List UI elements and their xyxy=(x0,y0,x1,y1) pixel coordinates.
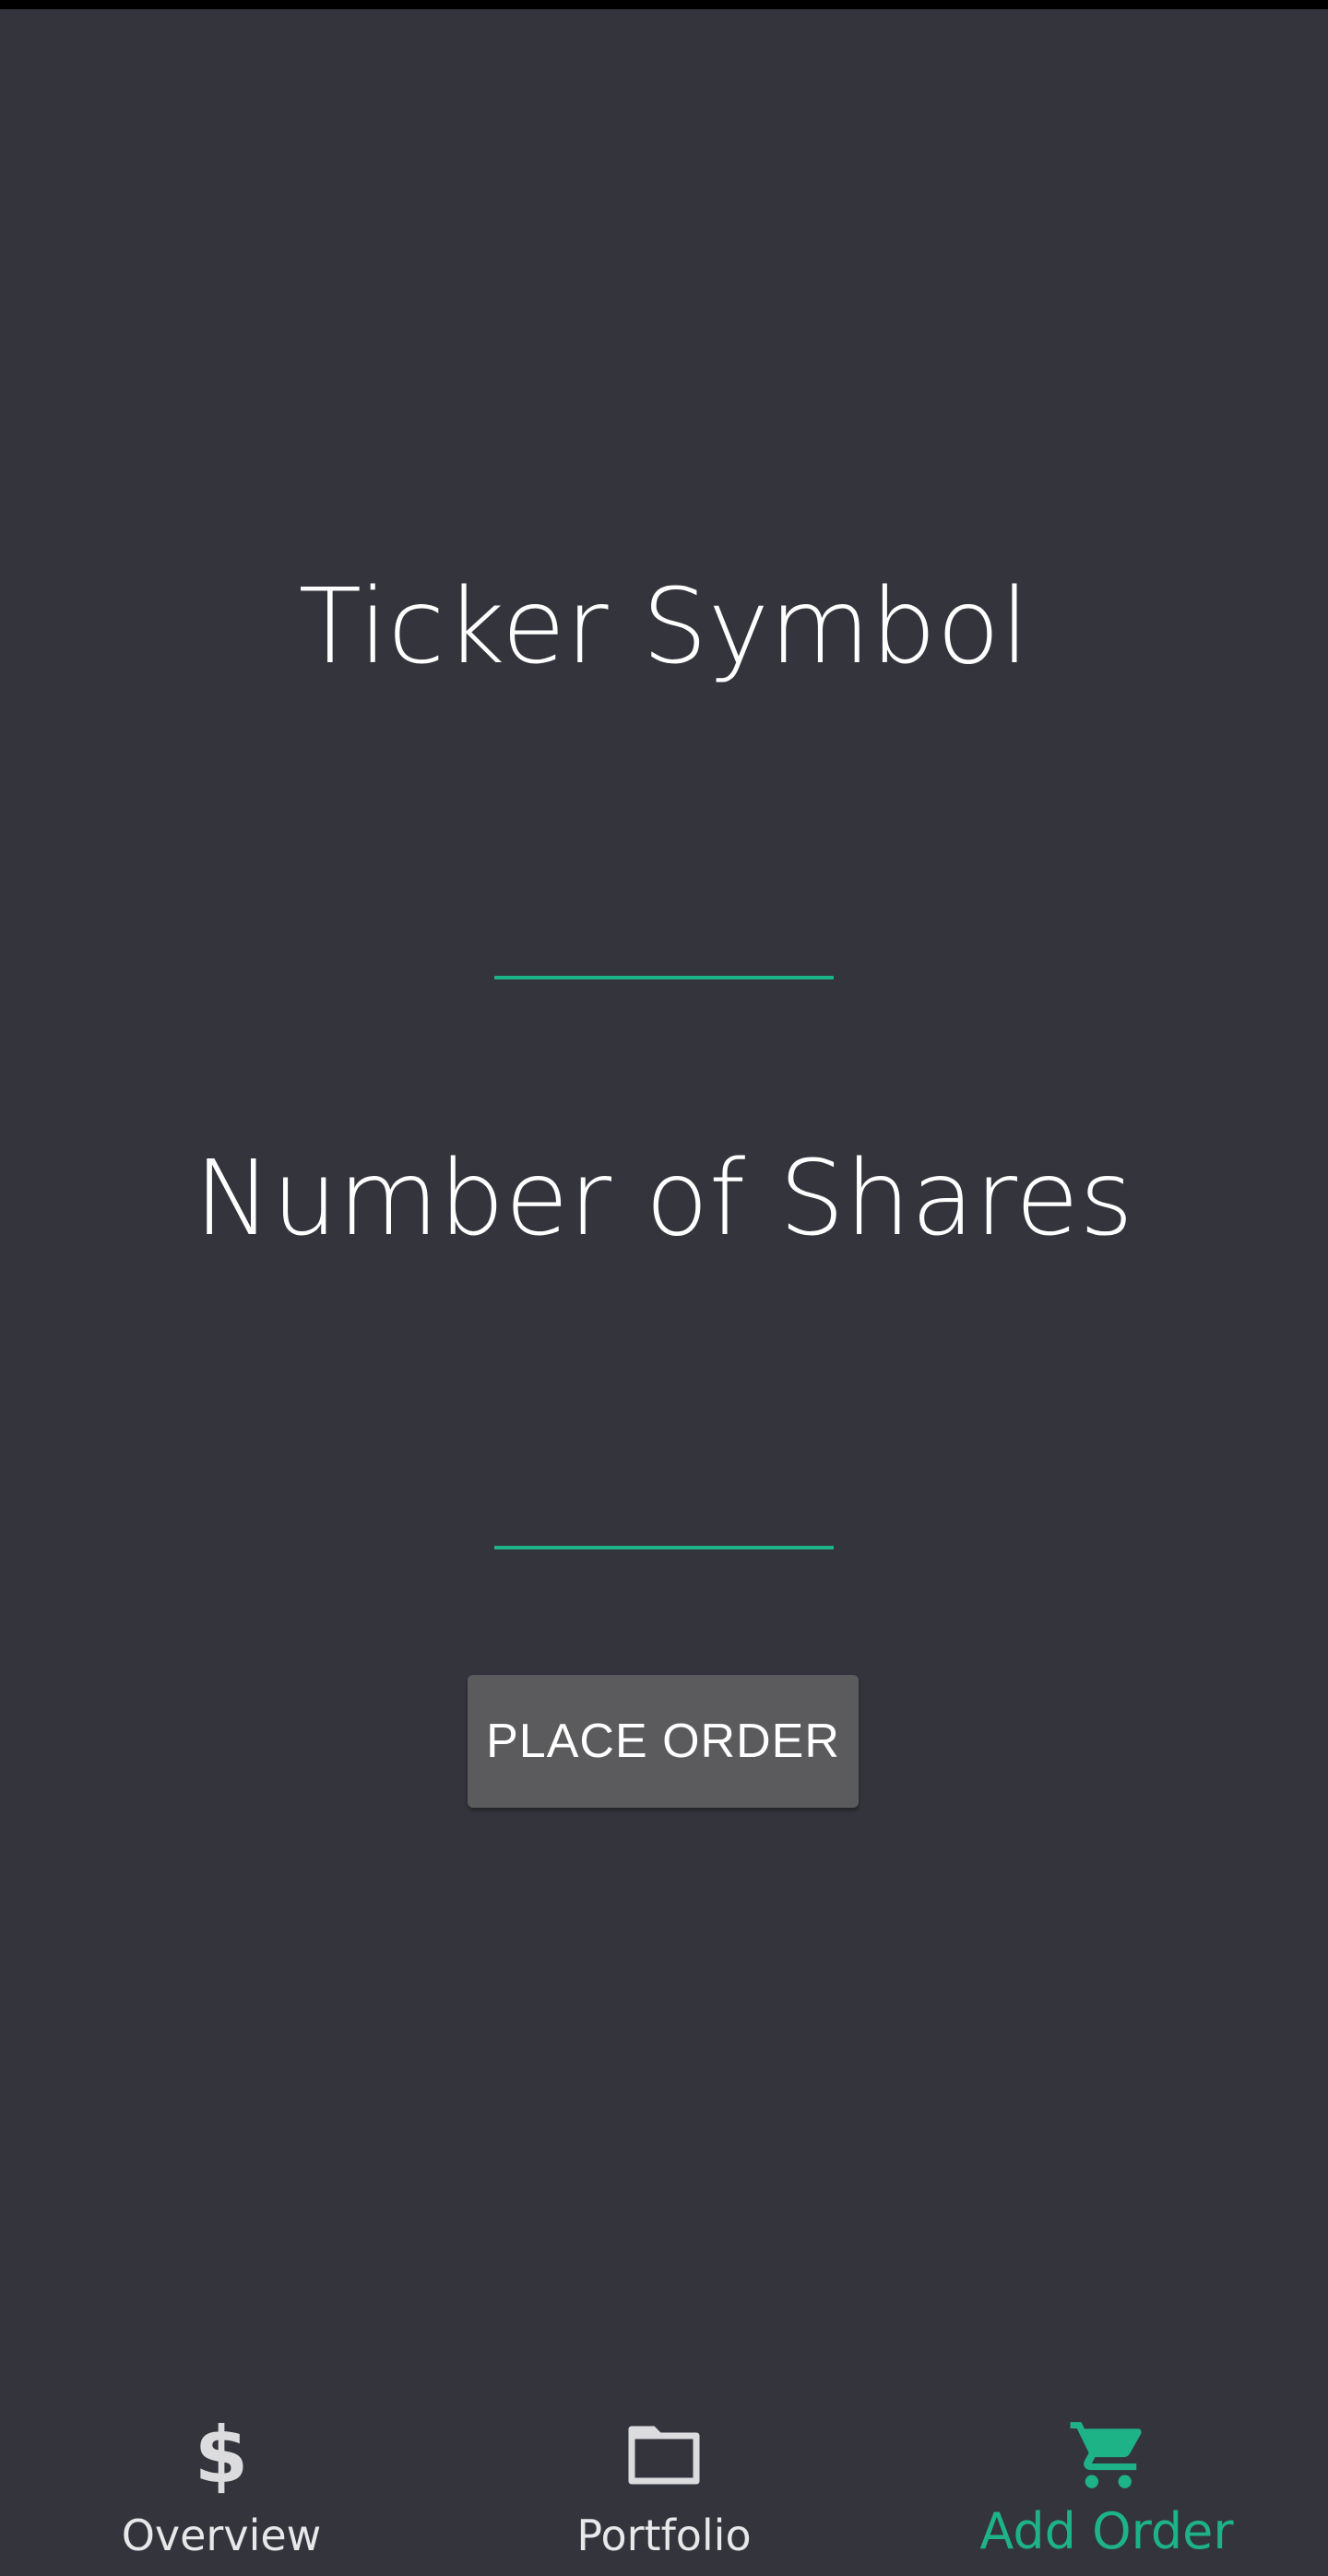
place-order-button[interactable]: PLACE ORDER xyxy=(468,1675,859,1808)
nav-item-portfolio[interactable]: Portfolio xyxy=(443,2384,885,2576)
nav-item-add-order[interactable]: Add Order xyxy=(885,2384,1328,2576)
dollar-icon: $ xyxy=(194,2410,249,2500)
nav-label-overview: Overview xyxy=(121,2511,322,2560)
bottom-navigation: $ Overview Portfolio Add Order xyxy=(0,2384,1328,2576)
nav-label-portfolio: Portfolio xyxy=(576,2511,752,2560)
number-of-shares-input[interactable] xyxy=(494,1494,834,1549)
ticker-symbol-label: Ticker Symbol xyxy=(298,567,1030,687)
cart-icon xyxy=(1065,2414,1148,2497)
folder-icon xyxy=(622,2414,706,2497)
status-bar xyxy=(0,0,1328,9)
nav-label-add-order: Add Order xyxy=(979,2502,1234,2560)
ticker-symbol-input[interactable] xyxy=(494,924,834,979)
nav-item-overview[interactable]: $ Overview xyxy=(0,2384,443,2576)
number-of-shares-label: Number of Shares xyxy=(194,1139,1134,1259)
